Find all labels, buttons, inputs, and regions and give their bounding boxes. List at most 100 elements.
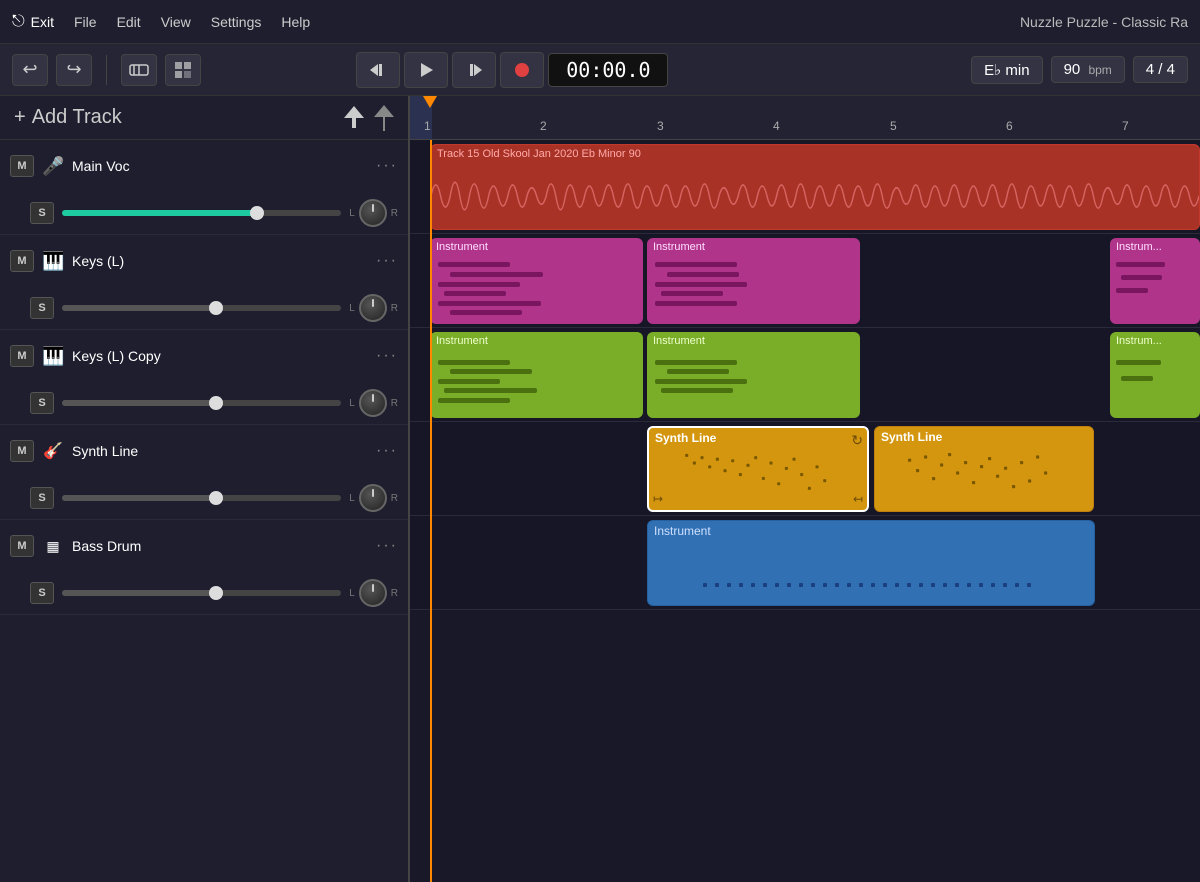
track-name-keys-l: Keys (L) — [72, 253, 368, 269]
track-menu-bass-drum[interactable]: ··· — [376, 537, 398, 555]
play-button[interactable] — [404, 52, 448, 88]
loop-icon — [129, 62, 149, 78]
track-row-main-voc: M 🎤 Main Voc ··· S L R — [0, 140, 408, 235]
pan-knob-container-synth-line: L R — [349, 484, 398, 512]
clip-keys-lc-c[interactable]: Instrum... — [1110, 332, 1200, 418]
menu-edit[interactable]: Edit — [117, 14, 141, 30]
track-header-bass-drum: M ▦ Bass Drum ··· — [0, 520, 408, 572]
bpm-display: 90 bpm — [1051, 56, 1125, 83]
clip-keys-lc-a[interactable]: Instrument — [430, 332, 643, 418]
clip-synth-b-label: Synth Line — [875, 427, 1093, 447]
pan-knob-synth-line[interactable] — [359, 484, 387, 512]
mute-button-main-voc[interactable]: M — [10, 155, 34, 177]
ruler-mark-2: 2 — [540, 119, 547, 133]
mute-button-bass-drum[interactable]: M — [10, 535, 34, 557]
pointer-indicator — [342, 104, 394, 132]
undo-button[interactable]: ↩ — [12, 54, 48, 86]
clip-keys-l-b[interactable]: Instrument — [647, 238, 860, 324]
toolbar-divider-1 — [106, 55, 107, 85]
track-name-synth-line: Synth Line — [72, 443, 368, 459]
pan-knob-keys-l[interactable] — [359, 294, 387, 322]
solo-button-keys-l[interactable]: S — [30, 297, 54, 319]
solo-button-bass-drum[interactable]: S — [30, 582, 54, 604]
notes-synth-a — [653, 450, 863, 496]
menu-bar: ⎋ Exit File Edit View Settings Help Nuzz… — [0, 0, 1200, 44]
clip-synth-b[interactable]: Synth Line — [874, 426, 1094, 512]
pan-knob-bass-drum[interactable] — [359, 579, 387, 607]
clip-keys-l-c[interactable]: Instrum... — [1110, 238, 1200, 324]
mute-button-keys-l-copy[interactable]: M — [10, 345, 34, 367]
volume-slider-keys-l[interactable] — [62, 305, 341, 311]
clip-keys-l-c-label: Instrum... — [1110, 238, 1200, 256]
menu-settings[interactable]: Settings — [211, 14, 262, 30]
clip-keys-l-a[interactable]: Instrument — [430, 238, 643, 324]
rewind-button[interactable] — [356, 52, 400, 88]
menu-view[interactable]: View — [161, 14, 191, 30]
waveform-svg — [431, 163, 1199, 229]
grid-button[interactable] — [165, 54, 201, 86]
time-sig-display[interactable]: 4 / 4 — [1133, 56, 1188, 83]
track-header-keys-l: M 🎹 Keys (L) ··· — [0, 235, 408, 287]
clip-bass-drum-a-label: Instrument — [648, 521, 1094, 541]
record-button[interactable] — [500, 52, 544, 88]
track-row-bass-drum: M ▦ Bass Drum ··· S L R — [0, 520, 408, 615]
clip-main-voc[interactable]: Track 15 Old Skool Jan 2020 Eb Minor 90 — [430, 144, 1200, 230]
skip-button[interactable] — [452, 52, 496, 88]
track-menu-keys-l[interactable]: ··· — [376, 252, 398, 270]
loop-button[interactable] — [121, 54, 157, 86]
notes-synth-a-svg — [653, 450, 863, 496]
volume-slider-keys-l-copy[interactable] — [62, 400, 341, 406]
menu-items: File Edit View Settings Help — [74, 14, 1020, 30]
solo-button-keys-l-copy[interactable]: S — [30, 392, 54, 414]
track-name-keys-l-copy: Keys (L) Copy — [72, 348, 368, 364]
pan-knob-keys-l-copy[interactable] — [359, 389, 387, 417]
track-row-keys-l: M 🎹 Keys (L) ··· S L R — [0, 235, 408, 330]
track-menu-main-voc[interactable]: ··· — [376, 157, 398, 175]
menu-file[interactable]: File — [74, 14, 97, 30]
mute-button-synth-line[interactable]: M — [10, 440, 34, 462]
track-name-bass-drum: Bass Drum — [72, 538, 368, 554]
waveform-container — [431, 163, 1199, 229]
playhead-arrow-icon — [423, 96, 437, 108]
volume-slider-bass-drum[interactable] — [62, 590, 341, 596]
solo-button-synth-line[interactable]: S — [30, 487, 54, 509]
ruler-mark-7: 7 — [1122, 119, 1129, 133]
mute-button-keys-l[interactable]: M — [10, 250, 34, 272]
grid-icon — [174, 61, 192, 79]
track-menu-keys-l-copy[interactable]: ··· — [376, 347, 398, 365]
clip-main-voc-label: Track 15 Old Skool Jan 2020 Eb Minor 90 — [431, 145, 1199, 163]
tracks-timeline[interactable]: Track 15 Old Skool Jan 2020 Eb Minor 90 … — [410, 140, 1200, 882]
lane-keys-l: Instrument Instrument — [410, 234, 1200, 328]
track-name-main-voc: Main Voc — [72, 158, 368, 174]
pan-knob-main-voc[interactable] — [359, 199, 387, 227]
track-controls-keys-l: S L R — [0, 287, 408, 329]
clip-bass-drum-a[interactable]: Instrument — [647, 520, 1095, 606]
ruler-mark-6: 6 — [1006, 119, 1013, 133]
ruler-mark-1: 1 — [424, 119, 431, 133]
solo-button-main-voc[interactable]: S — [30, 202, 54, 224]
toolbar: ↩ ↪ 00:00.0 E♭ min — [0, 44, 1200, 96]
exit-button[interactable]: ⎋ Exit — [12, 13, 54, 31]
menu-help[interactable]: Help — [281, 14, 310, 30]
volume-slider-synth-line[interactable] — [62, 495, 341, 501]
track-controls-main-voc: S L R — [0, 192, 408, 234]
app-title: Nuzzle Puzzle - Classic Ra — [1020, 14, 1188, 30]
track-icon-synth-line: 🎸 — [42, 441, 64, 461]
timeline-panel: 1 2 3 4 5 6 7 Track 15 Old Skool Jan 202… — [410, 96, 1200, 882]
add-track-button[interactable]: + Add Track — [14, 106, 122, 129]
clip-synth-a[interactable]: Synth Line ↻ ↦ ↤ — [647, 426, 869, 512]
volume-slider-main-voc[interactable] — [62, 210, 341, 216]
redo-button[interactable]: ↪ — [56, 54, 92, 86]
key-display[interactable]: E♭ min — [971, 56, 1042, 84]
track-icon-keys-l: 🎹 — [42, 251, 64, 272]
clip-keys-lc-a-label: Instrument — [430, 332, 643, 350]
add-icon: + — [14, 106, 26, 129]
exit-icon: ⎋ — [12, 13, 25, 31]
track-menu-synth-line[interactable]: ··· — [376, 442, 398, 460]
clip-synth-a-label: Synth Line — [649, 428, 867, 448]
arrow-up-icon — [342, 104, 366, 132]
notes-keys-lc-b — [651, 350, 856, 414]
notes-keys-l-b — [651, 256, 856, 320]
track-icon-keys-l-copy: 🎹 — [42, 346, 64, 367]
clip-keys-lc-b[interactable]: Instrument — [647, 332, 860, 418]
